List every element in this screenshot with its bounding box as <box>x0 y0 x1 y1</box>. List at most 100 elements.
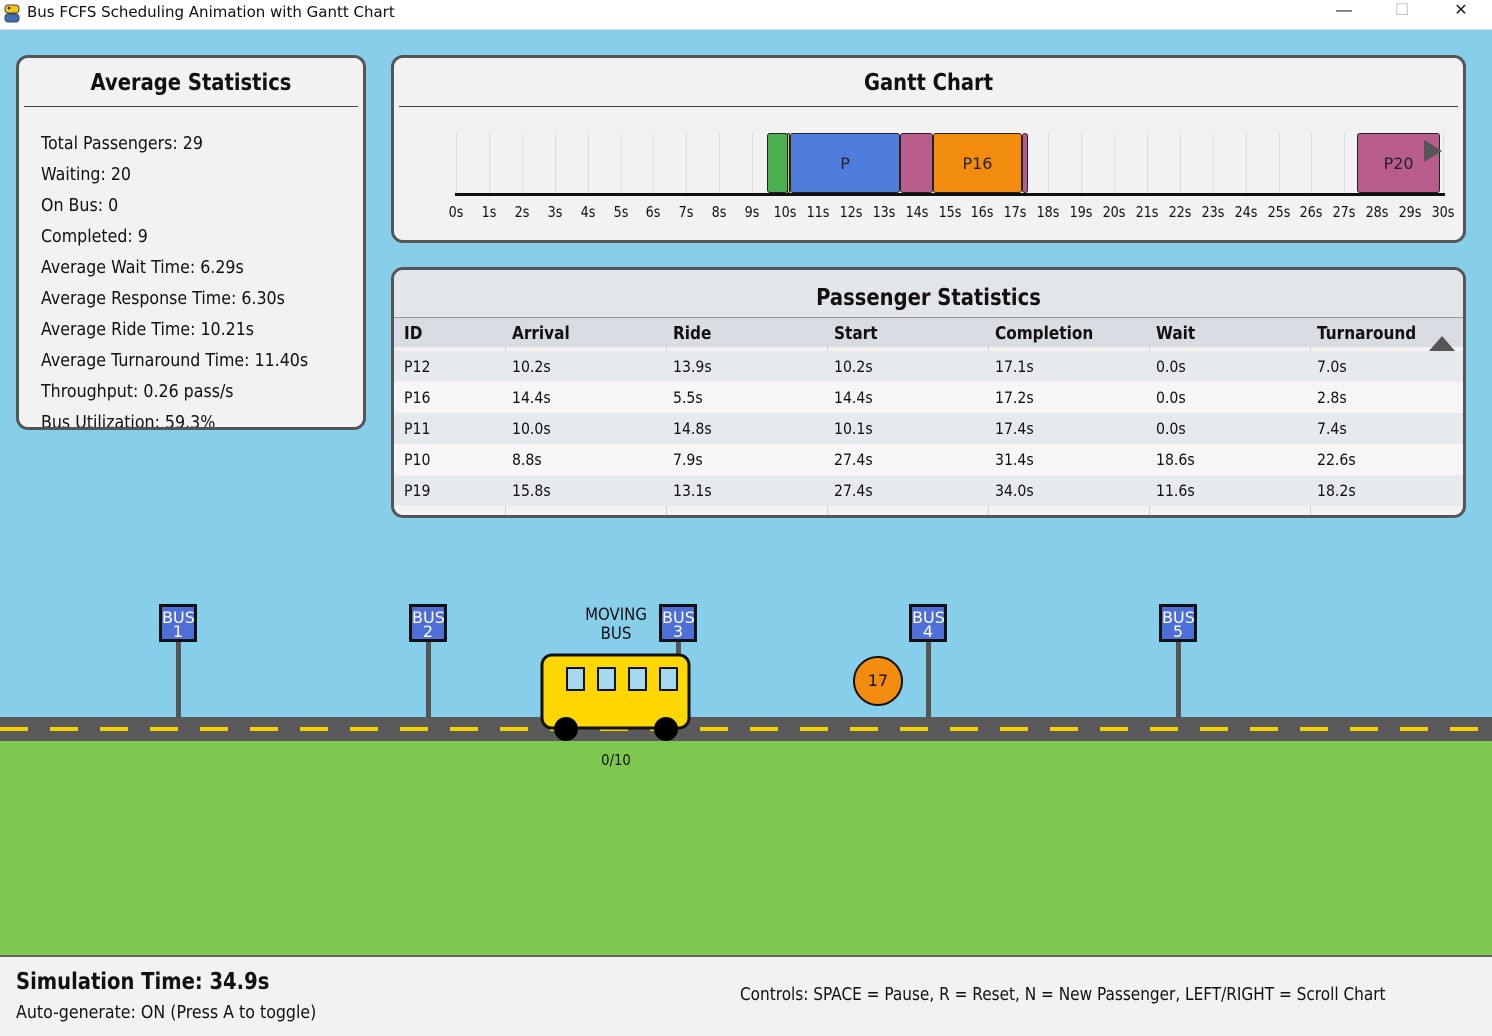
bus-stop-2-sign: BUS 2 <box>409 604 447 642</box>
gantt-gridline <box>1048 133 1050 193</box>
gantt-gridline <box>1212 133 1214 193</box>
gantt-plot-area: P P16 P20 0s 1s 2s 3s 4s 5s 6s 7s 8s 9s 10s 11s 12s 13s… <box>394 58 1463 240</box>
maximize-button[interactable]: ☐ <box>1373 0 1431 26</box>
cell-completion: 17.4s <box>995 419 1034 438</box>
stat-completed: Completed: 9 <box>41 226 148 247</box>
gantt-tick-label: 16s <box>970 203 994 221</box>
cell-arrival: 14.4s <box>512 388 551 407</box>
bus-stop-number: 5 <box>1172 622 1184 641</box>
cell-start: 14.4s <box>834 388 873 407</box>
cell-wait: 0.0s <box>1156 419 1186 438</box>
gantt-gridline <box>653 133 655 193</box>
bus-status-line-1: MOVING <box>585 605 647 625</box>
gantt-tick-label: 6s <box>646 203 661 221</box>
cell-ride: 7.9s <box>673 450 703 469</box>
cell-turnaround: 18.2s <box>1317 481 1356 500</box>
status-bar: Simulation Time: 34.9s Auto-generate: ON… <box>0 955 1492 1036</box>
gantt-tick-label: 3s <box>547 203 563 221</box>
bus-stop-3-sign: BUS 3 <box>659 604 697 642</box>
window-titlebar: Bus FCFS Scheduling Animation with Gantt… <box>0 0 1492 30</box>
gantt-tick-label: 8s <box>711 203 727 221</box>
controls-help: Controls: SPACE = Pause, R = Reset, N = … <box>740 984 1386 1005</box>
stat-total-passengers: Total Passengers: 29 <box>41 133 203 154</box>
scroll-right-icon[interactable] <box>1422 138 1444 164</box>
bus-status-label: MOVING BUS <box>572 606 660 644</box>
gantt-tick-label: 18s <box>1036 203 1060 221</box>
gantt-tick-label: 29s <box>1398 203 1422 221</box>
stat-average-response-time: Average Response Time: 6.30s <box>41 288 285 309</box>
gantt-gridline <box>1311 133 1313 193</box>
gantt-tick-label: 20s <box>1102 203 1126 221</box>
minimize-button[interactable]: — <box>1315 0 1373 26</box>
gantt-gridline <box>1278 133 1280 193</box>
column-header-arrival: Arrival <box>512 323 570 344</box>
grass <box>0 741 1492 955</box>
gantt-gridline <box>620 133 622 193</box>
cell-ride: 14.8s <box>673 419 712 438</box>
cell-arrival: 10.0s <box>512 419 551 438</box>
column-header-turnaround: Turnaround <box>1317 323 1417 344</box>
cell-start: 10.1s <box>834 419 873 438</box>
gantt-gridline <box>1344 133 1346 193</box>
cell-start: 27.4s <box>834 481 873 500</box>
cell-turnaround: 7.4s <box>1317 419 1347 438</box>
bus-stop-number: 4 <box>922 622 934 641</box>
gantt-tick-label: 0s <box>448 203 464 221</box>
cell-start: 10.2s <box>834 357 873 376</box>
gantt-tick-label: 4s <box>580 203 595 221</box>
gantt-tick-label: 13s <box>872 203 896 221</box>
cell-turnaround: 22.6s <box>1317 450 1356 469</box>
bus-stop-number: 2 <box>422 622 434 641</box>
cell-arrival: 10.2s <box>512 357 551 376</box>
gantt-tick-label: 24s <box>1234 203 1258 221</box>
column-header-id: ID <box>404 323 423 344</box>
gantt-chart-panel[interactable]: Gantt Chart P P16 P20 0s 1s 2s 3s 4s 5s 6s 7s 8s 9s… <box>391 55 1466 243</box>
python-app-icon <box>4 4 20 23</box>
column-header-ride: Ride <box>673 323 712 344</box>
scroll-up-icon[interactable] <box>1428 334 1456 352</box>
gantt-gridline <box>521 133 523 193</box>
cell-completion: 31.4s <box>995 450 1034 469</box>
column-header-completion: Completion <box>995 323 1094 344</box>
gantt-tick-label: 19s <box>1069 203 1093 221</box>
gantt-gridline <box>752 133 754 193</box>
table-row: P12 10.2s 13.9s 10.2s 17.1s 0.0s 7.0s <box>394 351 1463 382</box>
cell-arrival: 15.8s <box>512 481 551 500</box>
gantt-gridline <box>456 133 457 193</box>
column-header-wait: Wait <box>1156 323 1196 344</box>
gantt-gridline <box>488 133 490 193</box>
cell-id: P10 <box>404 450 431 469</box>
bus-stop-1-sign: BUS 1 <box>159 604 197 642</box>
cell-ride: 13.9s <box>673 357 712 376</box>
close-button[interactable]: ✕ <box>1432 0 1490 26</box>
gantt-tick-label: 26s <box>1299 203 1323 221</box>
cell-turnaround: 7.0s <box>1317 357 1347 376</box>
gantt-tick-label: 2s <box>514 203 530 221</box>
passenger-statistics-panel: Passenger Statistics ID Arrival Ride Sta… <box>391 267 1466 518</box>
average-statistics-title: Average Statistics <box>90 70 292 96</box>
bus-stop-number: 3 <box>672 622 684 641</box>
bus-stop-4-sign: BUS 4 <box>909 604 947 642</box>
gantt-tick-label: 23s <box>1201 203 1225 221</box>
stat-on-bus: On Bus: 0 <box>41 195 119 216</box>
gantt-tick-label: 12s <box>839 203 863 221</box>
gantt-bar <box>766 133 789 193</box>
stat-average-wait-time: Average Wait Time: 6.29s <box>41 257 244 278</box>
column-header-start: Start <box>834 323 878 344</box>
road <box>0 717 1492 741</box>
gantt-tick-label: 7s <box>678 203 694 221</box>
gantt-bar <box>900 133 934 193</box>
gantt-gridline <box>1081 133 1083 193</box>
gantt-tick-label: 9s <box>744 203 760 221</box>
gantt-tick-label: 21s <box>1135 203 1159 221</box>
stat-average-ride-time: Average Ride Time: 10.21s <box>41 319 255 340</box>
cell-wait: 18.6s <box>1156 450 1195 469</box>
gantt-gridline <box>554 133 556 193</box>
table-row: P16 14.4s 5.5s 14.4s 17.2s 0.0s 2.8s <box>394 382 1463 413</box>
gantt-tick-label: 17s <box>1003 203 1027 221</box>
table-row: P19 15.8s 13.1s 27.4s 34.0s 11.6s 18.2s <box>394 475 1463 506</box>
gantt-bar: P16 <box>933 133 1022 193</box>
gantt-gridline <box>1245 133 1247 193</box>
gantt-tick-label: 11s <box>806 203 830 221</box>
window-title: Bus FCFS Scheduling Animation with Gantt… <box>27 3 395 21</box>
